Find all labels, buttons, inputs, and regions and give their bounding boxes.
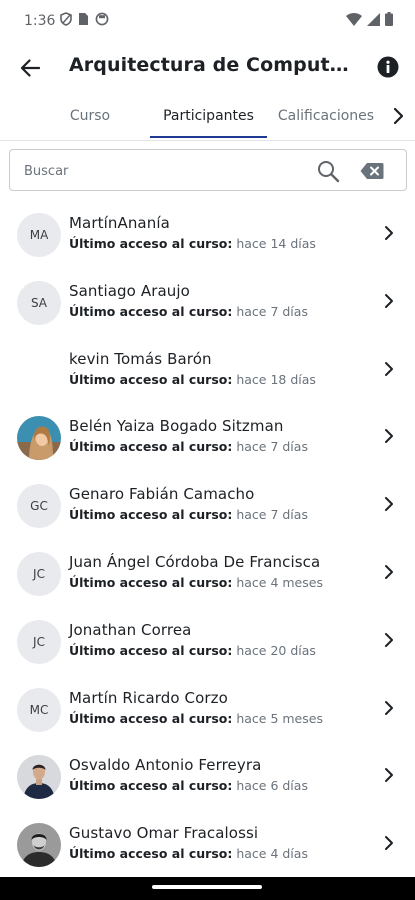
status-time: 1:36 [24,13,56,29]
avatar [17,349,61,393]
sim-icon [79,13,88,25]
last-access-label: Último acceso al curso: [69,710,233,726]
chevron-right-icon [385,293,393,308]
participant-row[interactable]: GC Genaro Fabián Camacho Último acceso a… [0,470,415,538]
participant-row[interactable]: Osvaldo Antonio Ferreyra Último acceso a… [0,741,415,809]
avatar-photo [17,823,61,868]
last-access: Último acceso al curso: hace 18 días [69,372,316,387]
last-access-value: hace 6 días [236,778,308,794]
avatar: JC [17,619,61,664]
last-access: Último acceso al curso: hace 6 días [69,778,308,793]
last-access-label: Último acceso al curso: [69,439,233,455]
search-icon[interactable] [316,159,340,183]
last-access-label: Último acceso al curso: [69,846,233,862]
last-access-label: Último acceso al curso: [69,507,233,523]
tab-calificaciones[interactable]: Calificaciones [274,94,378,138]
last-access-value: hace 4 meses [236,575,323,590]
last-access-label: Último acceso al curso: [69,642,233,658]
last-access: Último acceso al curso: hace 4 días [69,846,308,861]
last-access-label: Último acceso al curso: [69,236,233,251]
avatar-photo [17,755,61,800]
last-access-value: hace 7 días [236,439,308,455]
signal-icon [367,12,380,26]
chevron-right-icon[interactable] [389,104,409,128]
last-access-value: hace 4 días [236,846,308,862]
last-access: Último acceso al curso: hace 5 meses [69,711,323,726]
last-access-value: hace 14 días [236,236,316,251]
last-access-value: hace 7 días [236,303,308,319]
avatar: SA [17,280,61,325]
last-access: Último acceso al curso: hace 7 días [69,304,308,319]
chevron-right-icon [385,768,393,783]
do-not-disturb-icon [95,12,109,26]
participant-name: Belén Yaiza Bogado Sitzman [69,417,284,436]
last-access-label: Último acceso al curso: [69,303,233,319]
last-access-label: Último acceso al curso: [69,371,233,387]
participant-row[interactable]: MA MartínAnanía Último acceso al curso: … [0,199,415,267]
participant-row[interactable]: JC Juan Ángel Córdoba De Francisca Últim… [0,538,415,606]
avatar-photo [17,416,61,461]
participant-row[interactable]: SA Santiago Araujo Último acceso al curs… [0,267,415,335]
participant-name: Juan Ángel Córdoba De Francisca [69,553,321,571]
home-gesture-handle[interactable] [152,885,262,889]
back-button[interactable] [14,52,46,84]
participant-row[interactable]: MC Martín Ricardo Corzo Último acceso al… [0,674,415,742]
last-access: Último acceso al curso: hace 20 días [69,643,316,658]
last-access-label: Último acceso al curso: [69,778,233,794]
arrow-back-icon [20,59,40,77]
info-icon[interactable] [375,54,401,80]
last-access: Último acceso al curso: hace 4 meses [69,575,323,590]
system-nav-bar [0,877,415,900]
app-bar: Arquitectura de Computadores [0,44,415,90]
last-access: Último acceso al curso: hace 7 días [69,439,308,454]
search-bar [9,149,407,191]
chevron-right-icon [385,700,393,715]
active-tab-indicator [150,136,267,138]
tab-bar: Curso Participantes Calificaciones [0,94,415,141]
avatar: MC [17,687,61,732]
last-access-value: hace 5 meses [236,710,323,726]
participant-name: Gustavo Omar Fracalossi [69,824,259,843]
last-access: Último acceso al curso: hace 7 días [69,507,308,522]
chevron-right-icon [385,836,393,851]
chevron-right-icon [385,565,393,579]
participant-name: kevin Tomás Barón [69,349,212,368]
avatar: GC [17,484,61,529]
last-access: Último acceso al curso: hace 14 días [69,236,316,251]
battery-icon [385,12,393,26]
participant-row[interactable]: Gustavo Omar Fracalossi Último acceso al… [0,809,415,877]
status-bar: 1:36 [0,0,415,44]
page-title: Arquitectura de Computadores [69,54,359,76]
participant-row[interactable]: Belén Yaiza Bogado Sitzman Último acceso… [0,402,415,470]
chevron-right-icon [385,226,393,240]
participant-name: MartínAnanía [69,214,170,232]
tab-curso[interactable]: Curso [38,94,142,138]
avatar: MA [17,213,61,257]
last-access-value: hace 7 días [236,507,308,523]
wifi-icon [346,12,362,26]
last-access-value: hace 18 días [236,371,316,387]
chevron-right-icon [385,632,393,647]
search-input[interactable] [22,156,296,186]
participant-name: Martín Ricardo Corzo [69,688,228,707]
participant-name: Genaro Fabián Camacho [69,485,255,504]
avatar: JC [17,552,61,596]
tab-participantes[interactable]: Participantes [150,94,267,138]
last-access-label: Último acceso al curso: [69,575,233,590]
participant-row[interactable]: JC Jonathan Correa Último acceso al curs… [0,606,415,674]
last-access-value: hace 20 días [236,642,316,658]
backspace-clear-icon[interactable] [360,162,384,180]
participant-name: Santiago Araujo [69,281,190,300]
chevron-right-icon [385,429,393,444]
vpn-shield-icon [60,12,72,26]
participant-row[interactable]: kevin Tomás Barón Último acceso al curso… [0,335,415,403]
participant-name: Osvaldo Antonio Ferreyra [69,756,262,775]
chevron-right-icon [385,361,393,376]
chevron-right-icon [385,497,393,512]
participant-name: Jonathan Correa [69,620,192,639]
